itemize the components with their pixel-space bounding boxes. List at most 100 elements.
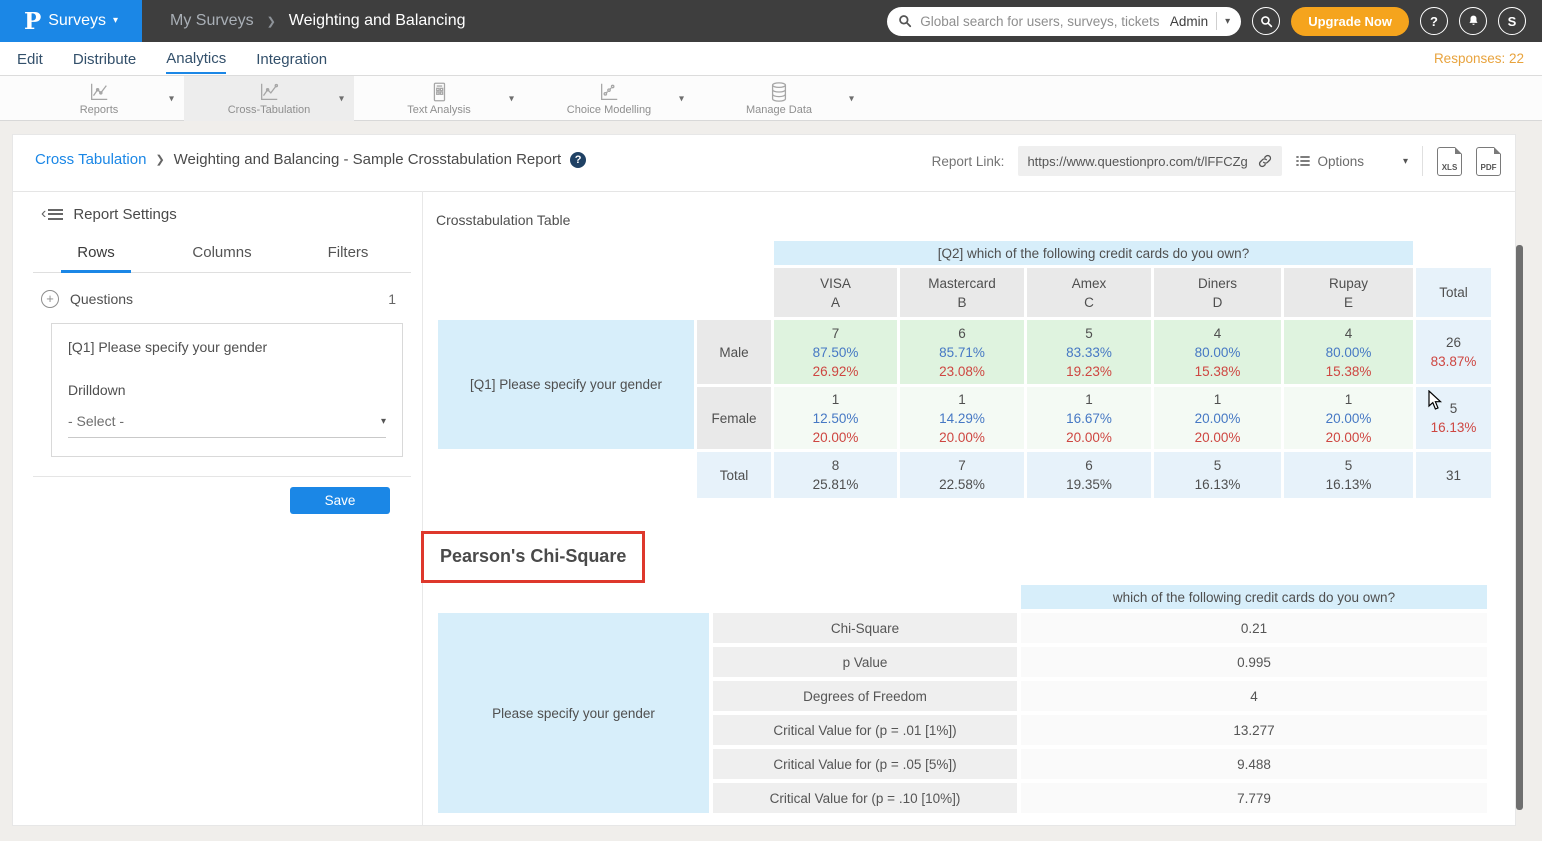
stat-label: p Value (713, 647, 1017, 677)
report-link-box[interactable]: https://www.questionpro.com/t/lFFCZg (1018, 146, 1282, 176)
data-cell: 120.00%20.00% (1154, 387, 1281, 449)
add-question-button[interactable]: + (41, 290, 59, 308)
questions-label: Questions (70, 291, 133, 307)
search-input[interactable] (920, 14, 1162, 29)
collapse-panel-button[interactable]: ‹ (41, 205, 63, 223)
data-cell: 480.00%15.38% (1284, 320, 1413, 384)
export-pdf-button[interactable]: PDF (1476, 147, 1501, 176)
chevron-down-icon[interactable]: ▾ (1225, 16, 1230, 27)
chevron-down-icon[interactable]: ▾ (509, 93, 514, 104)
chi-row-header: Please specify your gender (438, 613, 709, 813)
notifications-button[interactable] (1459, 7, 1487, 35)
row-total-cell: 516.13% (1416, 387, 1491, 449)
data-cell: 112.50%20.00% (774, 387, 897, 449)
drilldown-label: Drilldown (68, 382, 386, 398)
crosstab-section-label: Crosstabulation Table (436, 212, 570, 228)
tab-rows[interactable]: Rows (33, 244, 159, 272)
drilldown-select[interactable]: - Select - ▾ (68, 413, 386, 438)
help-button[interactable]: ? (1420, 7, 1448, 35)
panel-title: Report Settings (73, 206, 176, 223)
chevron-left-icon: ‹ (41, 205, 46, 223)
tab-filters[interactable]: Filters (285, 244, 411, 272)
options-menu[interactable]: Options ▾ (1296, 154, 1408, 169)
report-card: Cross Tabulation ❯ Weighting and Balanci… (12, 134, 1516, 826)
chevron-down-icon[interactable]: ▾ (169, 93, 174, 104)
divider (422, 191, 423, 825)
nav-analytics[interactable]: Analytics (166, 44, 226, 74)
column-header-diners: DinersD (1154, 268, 1281, 317)
report-controls: Report Link: https://www.questionpro.com… (932, 146, 1501, 176)
chevron-down-icon[interactable]: ▾ (679, 93, 684, 104)
global-search[interactable]: Admin ▾ (887, 7, 1241, 36)
report-link-url[interactable]: https://www.questionpro.com/t/lFFCZg (1027, 154, 1250, 169)
tab-reports[interactable]: Reports ▾ (14, 76, 184, 121)
search-scope-selector[interactable]: Admin (1170, 14, 1208, 29)
avatar[interactable]: S (1498, 7, 1526, 35)
column-header-total: Total (1416, 268, 1491, 317)
options-label: Options (1317, 154, 1364, 169)
highlight-annotation-box: Pearson's Chi-Square (421, 531, 645, 583)
data-cell: 116.67%20.00% (1027, 387, 1151, 449)
row-header-total: Total (697, 452, 771, 498)
tab-label: Cross-Tabulation (228, 104, 311, 116)
divider (1216, 12, 1217, 30)
nav-distribute[interactable]: Distribute (73, 45, 136, 73)
stat-value: 4 (1021, 681, 1487, 711)
document-grid-icon (427, 81, 451, 103)
row-total-cell: 2683.87% (1416, 320, 1491, 384)
column-header-rupay: RupayE (1284, 268, 1413, 317)
product-name: Surveys (48, 12, 106, 30)
vertical-scrollbar[interactable] (1516, 245, 1523, 810)
survey-nav: Edit Distribute Analytics Integration Re… (0, 42, 1542, 76)
tab-columns[interactable]: Columns (159, 244, 285, 272)
line-chart-icon (257, 81, 281, 103)
data-cell: 120.00%20.00% (1284, 387, 1413, 449)
tab-cross-tabulation[interactable]: Cross-Tabulation ▾ (184, 76, 354, 121)
tab-label: Text Analysis (407, 104, 471, 116)
app-switcher-menu[interactable]: P Surveys ▾ (0, 0, 142, 42)
upgrade-button[interactable]: Upgrade Now (1291, 7, 1409, 36)
tab-label: Rows (61, 244, 131, 273)
topbar: P Surveys ▾ My Surveys ❯ Weighting and B… (0, 0, 1542, 42)
breadcrumb-my-surveys[interactable]: My Surveys (170, 12, 254, 30)
search-icon (898, 14, 912, 28)
stat-value: 13.277 (1021, 715, 1487, 745)
responses-count: Responses: 22 (1434, 51, 1524, 66)
report-help-icon[interactable]: ? (570, 152, 586, 168)
stat-label: Chi-Square (713, 613, 1017, 643)
data-cell: 114.29%20.00% (900, 387, 1024, 449)
tab-label: Choice Modelling (567, 104, 651, 116)
stat-label: Degrees of Freedom (713, 681, 1017, 711)
tab-choice-modelling[interactable]: Choice Modelling ▾ (524, 76, 694, 121)
drilldown-value: - Select - (68, 413, 124, 429)
bell-icon (1467, 14, 1480, 28)
save-button[interactable]: Save (290, 487, 390, 514)
chevron-down-icon[interactable]: ▾ (849, 93, 854, 104)
data-cell: 685.71%23.08% (900, 320, 1024, 384)
breadcrumb-cross-tabulation[interactable]: Cross Tabulation (35, 151, 146, 168)
table-row: [Q1] Please specify your gender Male 787… (438, 320, 1491, 384)
column-header-mastercard: MastercardB (900, 268, 1024, 317)
nav-edit[interactable]: Edit (17, 45, 43, 73)
settings-tabs: Rows Columns Filters (33, 244, 411, 273)
chevron-down-icon[interactable]: ▾ (339, 93, 344, 104)
chi-square-table: which of the following credit cards do y… (434, 581, 1491, 817)
link-icon[interactable] (1257, 153, 1273, 169)
stat-label: Critical Value for (p = .10 [10%]) (713, 783, 1017, 813)
tab-manage-data[interactable]: Manage Data ▾ (694, 76, 864, 121)
divider (33, 476, 411, 477)
column-header-amex: AmexC (1027, 268, 1151, 317)
nav-integration[interactable]: Integration (256, 45, 327, 73)
tab-text-analysis[interactable]: Text Analysis ▾ (354, 76, 524, 121)
table-row: which of the following credit cards do y… (438, 585, 1487, 609)
report-breadcrumb: Cross Tabulation ❯ Weighting and Balanci… (35, 151, 586, 168)
chi-column-header: which of the following credit cards do y… (1021, 585, 1487, 609)
search-button[interactable] (1252, 7, 1280, 35)
total-cell: 722.58% (900, 452, 1024, 498)
database-icon (767, 81, 791, 103)
export-xls-button[interactable]: XLS (1437, 147, 1462, 176)
avatar-initial: S (1508, 14, 1517, 29)
chevron-down-icon[interactable]: ▾ (1403, 156, 1408, 167)
divider (13, 191, 1515, 192)
question-item[interactable]: [Q1] Please specify your gender Drilldow… (51, 323, 403, 457)
